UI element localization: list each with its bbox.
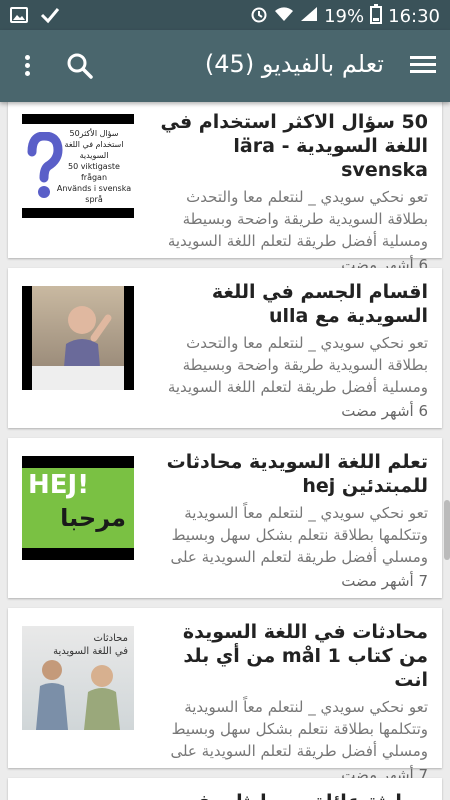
video-card[interactable]: محادثة عائلة - محادثات في اللغة <box>8 778 442 800</box>
video-thumbnail: محادثات في اللغة السويدية <box>22 626 134 730</box>
video-description: تعو نحكي سويدي _ لنتعلم معاً السويدية وت… <box>170 504 428 566</box>
thumb-text-1: محادثات <box>93 633 128 644</box>
alarm-icon <box>250 5 268 28</box>
thumb-text-1: HEJ! <box>28 470 90 500</box>
thumb-text-4: Används i svenska språ <box>56 184 132 204</box>
status-bar: 19% 16:30 <box>0 0 450 30</box>
thumbnail-graphic: HEJ! مرحبا <box>22 468 134 548</box>
video-age: 6 أشهر مضت <box>341 402 428 420</box>
thumbnail-graphic: محادثات في اللغة السويدية <box>22 626 134 730</box>
video-title: 50 سؤال الاكثر استخدام في اللغة السويدية… <box>160 111 428 181</box>
thumb-text-1: 50سؤال الأكثر <box>69 129 119 138</box>
thumb-text-3: 50 viktigaste frågan <box>68 162 120 182</box>
scrollbar-handle[interactable] <box>444 500 450 560</box>
video-thumbnail: HEJ! مرحبا <box>22 456 134 560</box>
thumbnail-graphic <box>32 286 124 390</box>
more-options-icon[interactable] <box>20 52 34 80</box>
signal-icon <box>300 6 318 27</box>
video-card[interactable]: 50سؤال الأكثر استخدام في اللغة السويدية … <box>8 98 442 274</box>
video-description: تعو نحكي سويدي _ لنتعلم معاً السويدية وت… <box>170 698 428 760</box>
app-bar: تعلم بالفيديو (45) <box>0 30 450 102</box>
menu-icon[interactable] <box>410 52 436 78</box>
clock: 16:30 <box>388 6 440 27</box>
video-age: 7 أشهر مضت <box>341 572 428 590</box>
check-notification-icon <box>40 6 60 29</box>
thumb-text-2: استخدام في اللغة السويدية <box>64 140 124 160</box>
thumbnail-graphic: 50سؤال الأكثر استخدام في اللغة السويدية … <box>22 124 134 208</box>
video-card[interactable]: HEJ! مرحبا تعلم اللغة السويدية محادثات ل… <box>8 438 442 598</box>
image-notification-icon <box>10 6 28 29</box>
battery-icon <box>370 4 383 29</box>
thumb-text-2: في اللغة السويدية <box>53 646 128 657</box>
video-thumbnail <box>22 286 134 390</box>
video-card[interactable]: محادثات في اللغة السويدية محادثات في الل… <box>8 608 442 784</box>
thumb-text-2: مرحبا <box>60 504 126 532</box>
video-title: اقسام الجسم في اللغة السويدية مع ulla <box>211 281 428 327</box>
wifi-icon <box>274 6 294 27</box>
video-description: تعو نحكي سويدي _ لنتعلم معا والتحدث بطلا… <box>167 334 428 396</box>
video-title: تعلم اللغة السويدية محادثات للمبتدئين he… <box>166 451 428 497</box>
video-title: محادثات في اللغة السويدة من كتاب mål 1 م… <box>182 621 428 691</box>
page-title: تعلم بالفيديو (45) <box>204 50 384 78</box>
video-card[interactable]: اقسام الجسم في اللغة السويدية مع ulla تع… <box>8 268 442 428</box>
battery-percent: 19% <box>324 6 365 27</box>
video-title: محادثة عائلة - محادثات في اللغة <box>148 790 428 800</box>
search-icon[interactable] <box>66 52 94 80</box>
video-thumbnail: 50سؤال الأكثر استخدام في اللغة السويدية … <box>22 114 134 218</box>
video-description: تعو نحكي سويدي _ لنتعلم معا والتحدث بطلا… <box>167 188 428 250</box>
